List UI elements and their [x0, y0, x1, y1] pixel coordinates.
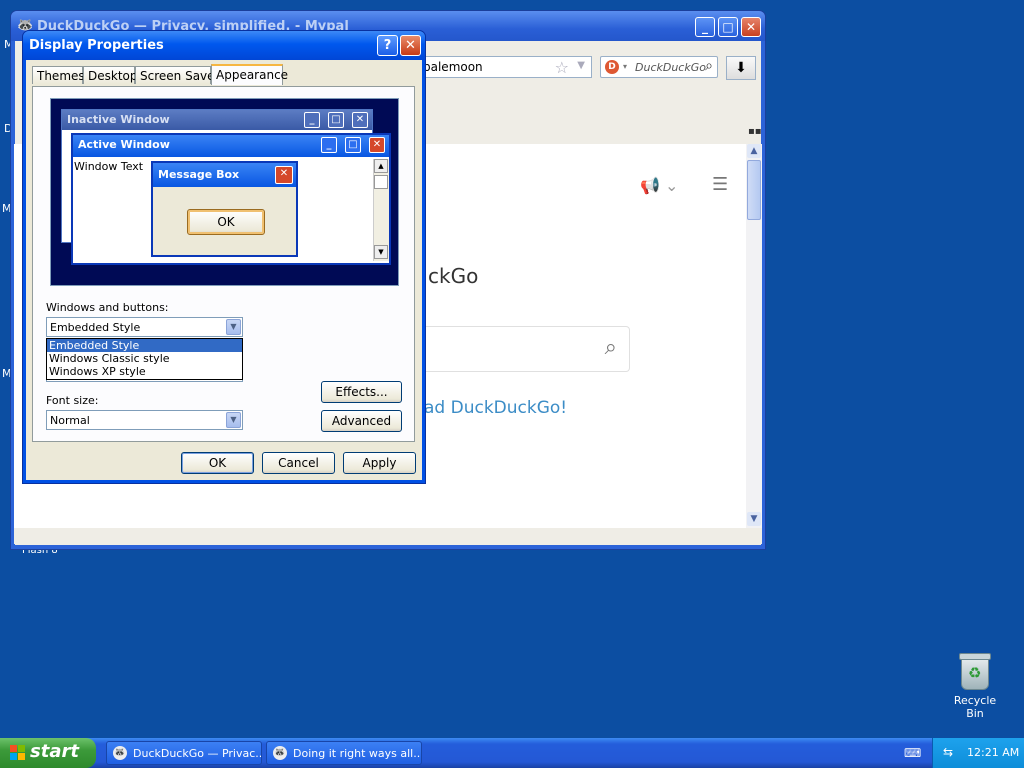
status-bar — [14, 528, 762, 544]
maximize-button[interactable]: □ — [718, 17, 738, 37]
scroll-up-arrow-icon: ▲ — [374, 159, 388, 173]
search-placeholder: DuckDuckGo — [635, 61, 706, 74]
help-button[interactable]: ? — [377, 35, 398, 56]
scroll-down-arrow-icon[interactable]: ▼ — [747, 512, 761, 526]
scroll-down-arrow-icon: ▼ — [374, 245, 388, 259]
taskbar-item-browser[interactable]: 🦝 DuckDuckGo — Privac... — [106, 741, 262, 765]
tab-desktop[interactable]: Desktop — [83, 66, 138, 84]
dialog-titlebar[interactable]: Display Properties ? ✕ — [23, 31, 425, 60]
minimize-icon: _ — [321, 137, 337, 153]
system-tray: ⇆ 12:21 AM — [932, 738, 1024, 768]
dialog-close-button[interactable]: ✕ — [400, 35, 421, 56]
download-arrow-icon: ⬇ — [735, 60, 747, 76]
search-bar[interactable]: D ▾ DuckDuckGo ⌕ — [600, 56, 718, 78]
recycle-bin-icon: ♻ — [959, 653, 991, 690]
chevron-down-icon[interactable]: ▼ — [226, 319, 241, 335]
tab-appearance[interactable]: Appearance — [211, 64, 288, 85]
windows-and-buttons-label: Windows and buttons: — [46, 301, 169, 314]
ok-button[interactable]: OK — [181, 452, 254, 474]
grip-icon: ▪▪ — [748, 126, 762, 137]
start-label: start — [30, 741, 79, 762]
maximize-icon: □ — [328, 112, 344, 128]
address-bar[interactable]: palemoon ☆ ▼ — [400, 56, 592, 78]
scrollbar-thumb — [374, 175, 388, 189]
apply-button[interactable]: Apply — [343, 452, 416, 474]
dropdown-option-classic[interactable]: Windows Classic style — [47, 352, 242, 365]
close-icon: ✕ — [405, 38, 416, 53]
address-text: palemoon — [423, 60, 483, 74]
recycle-bin[interactable]: ♻ Recycle Bin — [944, 653, 1006, 720]
preview-ok-button: OK — [187, 209, 265, 235]
close-icon: ✕ — [369, 137, 385, 153]
duckduckgo-logo-icon: D — [605, 60, 619, 74]
windows-and-buttons-dropdown[interactable]: Embedded Style Windows Classic style Win… — [46, 338, 243, 380]
taskbar-item-document[interactable]: 🦝 Doing it right ways all... — [266, 741, 422, 765]
maximize-icon: □ — [345, 137, 361, 153]
search-icon[interactable]: ⌕ — [705, 58, 713, 74]
page-heading: ckGo — [428, 264, 479, 288]
close-button[interactable]: ✕ — [741, 17, 761, 37]
recycle-bin-label: Recycle Bin — [953, 694, 997, 720]
search-icon[interactable]: ⌕ — [605, 335, 617, 360]
page-scrollbar[interactable]: ▲ ▼ — [746, 144, 762, 528]
raccoon-icon: 🦝 — [113, 746, 127, 760]
hamburger-menu-icon[interactable]: ☰ — [712, 174, 728, 195]
message-box-preview: Message Box ✕ OK — [151, 161, 298, 257]
cancel-button[interactable]: Cancel — [262, 452, 335, 474]
taskbar-item-label: Doing it right ways all... — [293, 747, 422, 760]
font-size-value: Normal — [50, 414, 90, 427]
effects-button[interactable]: Effects... — [321, 381, 402, 403]
scroll-up-arrow-icon[interactable]: ▲ — [747, 144, 761, 158]
active-window-title: Active Window — [78, 138, 170, 151]
chevron-down-icon[interactable]: ▾ — [623, 62, 627, 71]
minimize-icon: _ — [304, 112, 320, 128]
font-size-select[interactable]: Normal ▼ — [46, 410, 243, 430]
font-size-label: Font size: — [46, 394, 99, 407]
dropdown-option-xp[interactable]: Windows XP style — [47, 365, 242, 378]
advanced-button[interactable]: Advanced — [321, 410, 402, 432]
download-button[interactable]: ⬇ — [726, 56, 756, 80]
dialog-title: Display Properties — [29, 38, 164, 53]
window-text-sample: Window Text — [74, 160, 144, 173]
message-box-titlebar: Message Box ✕ — [153, 163, 296, 187]
windows-and-buttons-select[interactable]: Embedded Style ▼ — [46, 317, 243, 337]
tab-screen-saver[interactable]: Screen Saver — [135, 66, 219, 84]
taskbar-item-label: DuckDuckGo — Privac... — [133, 747, 262, 760]
keyboard-icon[interactable]: ⌨ — [904, 746, 921, 760]
inactive-window-title: Inactive Window — [67, 113, 170, 126]
chevron-down-icon[interactable]: ▼ — [577, 60, 585, 71]
raccoon-icon: 🦝 — [273, 746, 287, 760]
chevron-down-icon[interactable]: ▼ — [226, 412, 241, 428]
add-duckduckgo-link[interactable]: ad DuckDuckGo! — [424, 398, 567, 418]
message-box-title: Message Box — [158, 168, 240, 181]
clock[interactable]: 12:21 AM — [967, 746, 1019, 759]
preview-scrollbar: ▲ ▼ — [373, 159, 389, 261]
scrollbar-thumb[interactable] — [747, 160, 761, 220]
close-icon: ✕ — [352, 112, 368, 128]
windows-and-buttons-value: Embedded Style — [50, 321, 141, 334]
minimize-button[interactable]: _ — [695, 17, 715, 37]
appearance-preview: Inactive Window _ □ ✕ Active Window _ □ … — [50, 98, 399, 286]
start-button[interactable]: start — [0, 738, 96, 768]
megaphone-icon[interactable]: 📢 ⌄ — [640, 176, 678, 195]
dropdown-option-embedded[interactable]: Embedded Style — [47, 339, 242, 352]
windows-logo-icon — [10, 745, 26, 761]
page-search-input[interactable]: ⌕ — [420, 326, 630, 372]
network-icon[interactable]: ⇆ — [943, 745, 953, 759]
inactive-window-titlebar: Inactive Window _ □ ✕ — [62, 110, 372, 130]
active-window-titlebar: Active Window _ □ ✕ — [73, 135, 389, 157]
bookmark-star-icon[interactable]: ☆ — [555, 58, 569, 77]
tab-themes[interactable]: Themes — [32, 66, 85, 84]
close-icon: ✕ — [275, 166, 293, 184]
taskbar: start 🦝 DuckDuckGo — Privac... 🦝 Doing i… — [0, 738, 1024, 768]
